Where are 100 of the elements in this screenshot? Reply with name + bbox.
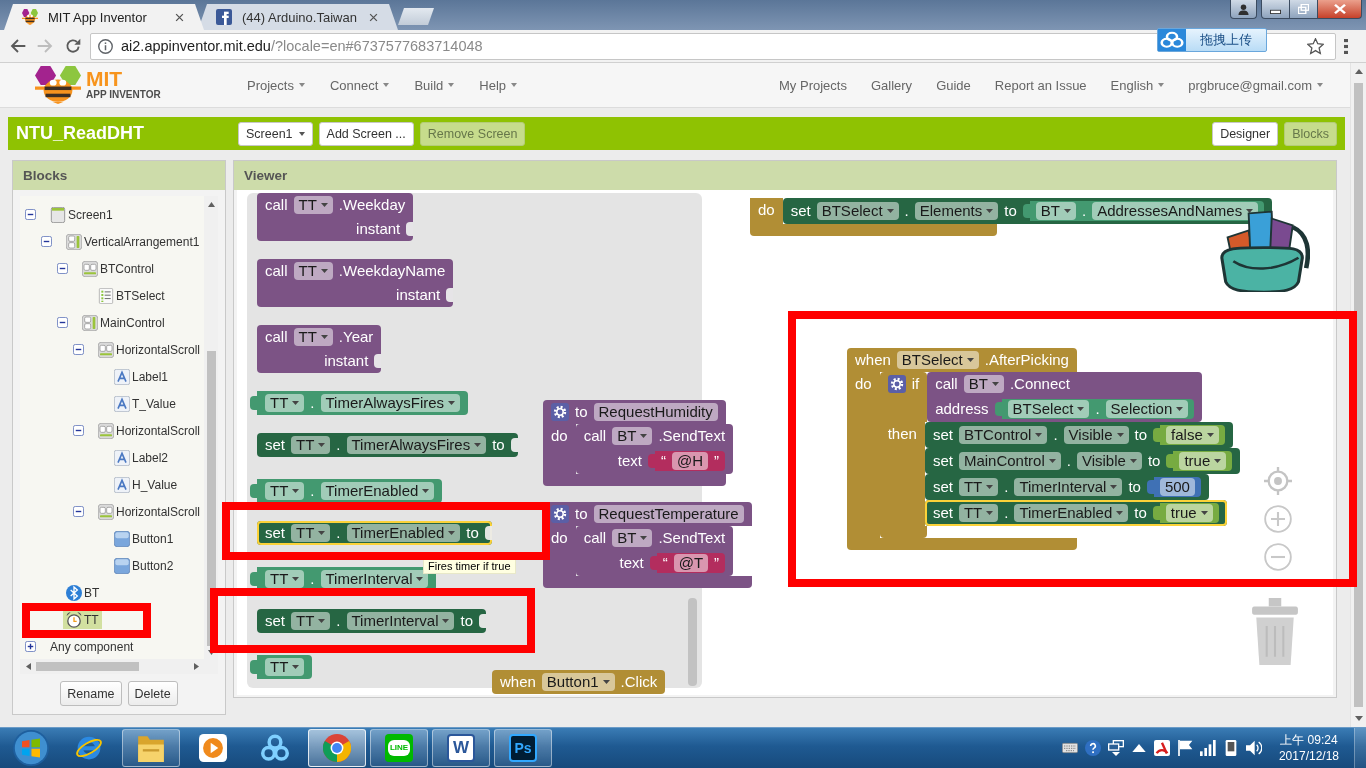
taskbar-button[interactable]: Ps [494, 729, 552, 767]
dropdown-field[interactable]: TimerAlwaysFires [346, 436, 487, 454]
taskbar-button[interactable] [122, 729, 180, 767]
menu-icon[interactable] [1344, 38, 1348, 54]
collapse-icon[interactable] [73, 344, 84, 355]
dropdown-field[interactable]: TT [293, 196, 333, 214]
dropdown-field[interactable]: AddressesAndNames [1092, 202, 1259, 220]
method-call-block[interactable]: call TT .Year instant [257, 325, 382, 373]
collapse-icon[interactable] [57, 317, 68, 328]
dropdown-field[interactable]: Selection [1105, 400, 1189, 418]
collapse-icon[interactable] [73, 506, 84, 517]
screen-dropdown[interactable]: Screen1 [238, 121, 313, 146]
dropdown-field[interactable]: Button1 [541, 673, 615, 691]
property-setter-block[interactable]: set TT . TimerEnabled to true [924, 500, 1227, 526]
show-desktop-button[interactable] [1354, 728, 1366, 768]
property-setter-block[interactable]: set TT . TimerEnabled to [257, 521, 492, 545]
dropdown-field[interactable]: TimerEnabled [320, 482, 435, 500]
dropdown-field[interactable]: TT [291, 612, 331, 630]
keyboard-icon[interactable] [1061, 740, 1078, 756]
dropdown-field[interactable]: BT [612, 427, 653, 445]
tree-item[interactable]: Screen1 [47, 205, 116, 224]
taskbar-button[interactable] [308, 729, 366, 767]
restore-button[interactable] [1290, 0, 1318, 19]
tree-item[interactable]: BTSelect [95, 286, 168, 305]
procedure-block[interactable]: to RequestHumidity do call BT .SendText text “ @H ” [543, 400, 734, 486]
dropdown-field[interactable]: BT [963, 375, 1004, 393]
if-block[interactable]: if call BT .Connect address BTSelect . Selection then set BTControl . Visible to false set MainControl . Visible to true set TT . TimerInterval to 500 set TT . TimerEnabled to true [879, 372, 1241, 538]
gear-icon[interactable] [887, 375, 906, 393]
tree-item[interactable]: HorizontalScroll [95, 502, 204, 521]
dropdown-field[interactable]: TimerInterval [1014, 478, 1123, 496]
menu-button[interactable]: Connect [329, 77, 390, 93]
profile-button[interactable] [1230, 0, 1257, 19]
dropdown-field[interactable]: Elements [914, 202, 999, 220]
dropdown-field[interactable]: MainControl [958, 452, 1061, 470]
property-setter-block[interactable]: set MainControl . Visible to true [924, 448, 1241, 474]
minimize-button[interactable] [1261, 0, 1290, 19]
collapse-icon[interactable] [41, 236, 52, 247]
dropdown-field[interactable]: TT [293, 328, 333, 346]
dropdown-field[interactable]: TT [958, 478, 999, 496]
flyout-scrollbar[interactable] [688, 598, 697, 686]
collapse-icon[interactable] [25, 209, 36, 220]
dropdown-field[interactable]: TT [293, 262, 333, 280]
close-icon[interactable] [369, 12, 378, 22]
collapse-icon[interactable] [73, 425, 84, 436]
method-call-block[interactable]: call BT .SendText text “ @H ” [575, 424, 734, 474]
dropdown-field[interactable]: TimerAlwaysFires [320, 394, 461, 412]
dropdown-field[interactable]: TT [958, 504, 999, 522]
dropdown-field[interactable]: TT [265, 658, 305, 676]
action-button[interactable]: Delete [127, 681, 178, 706]
dropdown-field[interactable]: BTSelect [896, 351, 979, 369]
procedure-block[interactable]: to RequestTemperature do call BT .SendText text “ @T ” [543, 502, 752, 588]
dropdown-field[interactable]: TT [291, 436, 331, 454]
text-field[interactable]: 500 [1159, 478, 1195, 496]
upload-button[interactable]: 拖拽上传 [1157, 28, 1267, 52]
dropdown-field[interactable]: TimerInterval [320, 570, 429, 588]
dropdown-field[interactable]: TT [291, 524, 331, 542]
tree-item[interactable]: Label1 [111, 367, 172, 386]
menu-button[interactable]: Projects [247, 77, 305, 93]
flag-icon[interactable] [1176, 740, 1193, 756]
dropdown-field[interactable]: false [1166, 426, 1219, 444]
dropdown-field[interactable]: BTControl [958, 426, 1048, 444]
method-call-block[interactable]: call TT .WeekdayName instant [257, 259, 454, 307]
dropdown-field[interactable]: BT [612, 529, 653, 547]
new-tab-button[interactable] [398, 8, 434, 25]
text-field[interactable]: @H [672, 452, 709, 470]
dropdown-field[interactable]: Visible [1063, 426, 1129, 444]
tree-item[interactable]: Label2 [111, 448, 172, 467]
menu-button[interactable]: Help [479, 77, 518, 93]
star-icon[interactable] [1307, 37, 1324, 55]
tree-item[interactable]: Any component [47, 637, 137, 656]
browser-tab[interactable]: MIT App Inventor [4, 4, 204, 30]
menu-button[interactable]: Build [414, 77, 455, 93]
tree-item[interactable]: Button2 [111, 556, 177, 575]
method-call-block[interactable]: call TT .Weekday instant [257, 193, 414, 241]
dropdown-button[interactable]: English [1110, 77, 1165, 93]
property-setter-block[interactable]: set TT . TimerInterval to [257, 609, 486, 633]
dropdown-field[interactable]: BT [1035, 202, 1076, 220]
window-switch-icon[interactable] [1107, 740, 1124, 756]
dropdown-field[interactable]: true [1179, 452, 1227, 470]
method-call-block[interactable]: call BT .SendText text “ @T ” [575, 526, 734, 576]
back-icon[interactable] [10, 38, 26, 54]
nav-link[interactable]: Gallery [870, 77, 913, 93]
clock-date[interactable]: 2017/12/18 [1278, 748, 1339, 764]
text-field[interactable]: @T [673, 554, 709, 572]
dropdown-field[interactable]: TT [265, 570, 305, 588]
text-field[interactable]: RequestTemperature [593, 505, 744, 523]
tree-item[interactable]: HorizontalScroll [95, 340, 204, 359]
property-setter-block[interactable]: set BTControl . Visible to false [924, 422, 1233, 448]
help-icon[interactable] [1084, 740, 1101, 756]
action-button[interactable]: Rename [60, 681, 122, 706]
expand-icon[interactable] [25, 641, 36, 652]
event-block[interactable] [847, 348, 1241, 550]
nav-link[interactable]: Guide [936, 77, 971, 93]
nav-link[interactable]: My Projects [779, 77, 847, 93]
dropdown-field[interactable]: TimerEnabled [1014, 504, 1129, 522]
property-setter-block[interactable]: set TT . TimerInterval to 500 [924, 474, 1209, 500]
tree-item[interactable]: BT [63, 583, 103, 602]
tree-item[interactable]: T_Value [111, 394, 179, 413]
tree-item[interactable]: H_Value [111, 475, 181, 494]
close-icon[interactable] [175, 12, 184, 22]
